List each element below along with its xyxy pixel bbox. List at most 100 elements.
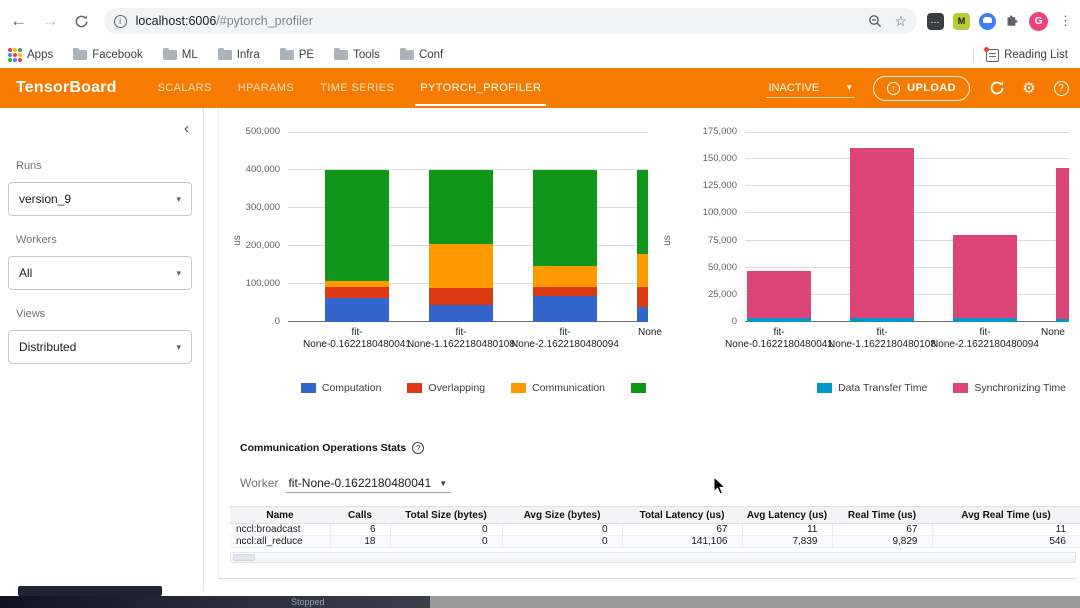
bar-segment[interactable]: [637, 170, 648, 254]
x-axis-label: None: [983, 327, 1080, 339]
select-workers[interactable]: All▾: [8, 256, 192, 290]
bar-segment[interactable]: [429, 170, 493, 244]
apps-grid-icon: [8, 48, 22, 62]
bookmark-facebook[interactable]: Facebook: [73, 49, 143, 61]
bar-segment[interactable]: [325, 287, 389, 299]
bookmark-conf[interactable]: Conf: [400, 49, 443, 61]
refresh-icon: [989, 80, 1005, 96]
bar-segment[interactable]: [429, 288, 493, 305]
bookmark-apps[interactable]: Apps: [8, 48, 53, 62]
extensions-puzzle-icon[interactable]: [1005, 14, 1020, 29]
y-tick-label: 500,000: [230, 126, 280, 137]
bookmark-star-icon[interactable]: ☆: [894, 13, 907, 30]
sidebar-collapse-icon[interactable]: ‹: [184, 120, 189, 137]
bar-segment[interactable]: [429, 305, 493, 322]
help-tooltip-icon[interactable]: ?: [412, 442, 424, 454]
url-text[interactable]: localhost:6006/#pytorch_profiler: [136, 14, 869, 28]
reading-list-button[interactable]: Reading List: [986, 49, 1068, 62]
column-header-name[interactable]: Name: [230, 507, 330, 524]
folder-icon: [400, 50, 414, 60]
site-info-icon[interactable]: i: [114, 15, 127, 28]
bar-segment[interactable]: [637, 307, 648, 322]
status-label: INACTIVE: [768, 82, 819, 94]
bar-segment[interactable]: [637, 287, 648, 307]
reading-list-badge: [984, 47, 989, 52]
extension-icon-m[interactable]: M: [953, 13, 970, 30]
chevron-down-icon: ▾: [176, 342, 181, 353]
scrollbar-thumb[interactable]: [233, 554, 255, 561]
bookmark-infra[interactable]: Infra: [218, 49, 260, 61]
upload-icon: ↑: [887, 82, 900, 95]
folder-icon: [218, 50, 232, 60]
settings-button[interactable]: ⚙: [1016, 75, 1042, 101]
bar-segment[interactable]: [325, 170, 389, 281]
table-row[interactable]: nccl:all_reduce1800141,1067,8399,829546: [230, 536, 1080, 548]
extension-icon-dots[interactable]: ...: [927, 13, 944, 30]
bar-segment[interactable]: [533, 266, 597, 287]
extensions-row: ... M G ⋮: [927, 12, 1080, 31]
comm-stats-title: Communication Operations Stats ?: [240, 442, 424, 454]
help-button[interactable]: ?: [1048, 75, 1074, 101]
legend-swatch: [511, 383, 526, 393]
bar-segment[interactable]: [637, 254, 648, 287]
legend-item: Overlapping: [407, 382, 485, 394]
tab-hparams[interactable]: HPARAMS: [225, 68, 307, 108]
bar-segment[interactable]: [533, 296, 597, 322]
bar-segment[interactable]: [533, 287, 597, 296]
address-bar[interactable]: i localhost:6006/#pytorch_profiler ☆: [104, 8, 917, 34]
upload-button[interactable]: ↑ UPLOAD: [873, 76, 970, 101]
column-header-avg-latency-us-[interactable]: Avg Latency (us): [742, 507, 832, 524]
bookmark-ml[interactable]: ML: [163, 49, 198, 61]
bar-segment[interactable]: [953, 318, 1017, 322]
column-header-total-latency-us-[interactable]: Total Latency (us): [622, 507, 742, 524]
bar-segment[interactable]: [850, 318, 914, 322]
bar-segment[interactable]: [325, 281, 389, 287]
column-header-total-size-bytes-[interactable]: Total Size (bytes): [390, 507, 502, 524]
y-tick-label: 200,000: [230, 240, 280, 251]
column-header-avg-size-bytes-[interactable]: Avg Size (bytes): [502, 507, 622, 524]
folder-icon: [280, 50, 294, 60]
bar-segment[interactable]: [850, 148, 914, 318]
tab-pytorch-profiler[interactable]: PYTORCH_PROFILER: [407, 68, 554, 108]
tab-label: HPARAMS: [238, 82, 294, 94]
bar-segment[interactable]: [325, 298, 389, 322]
select-value: version_9: [19, 192, 176, 206]
bar-segment[interactable]: [1056, 319, 1069, 322]
forward-icon[interactable]: →: [37, 8, 62, 34]
bookmark-tools[interactable]: Tools: [334, 49, 380, 61]
legend-label: Communication: [532, 382, 605, 394]
bar-segment[interactable]: [533, 170, 597, 266]
browser-menu-icon[interactable]: ⋮: [1059, 13, 1072, 29]
worker-select[interactable]: fit-None-0.1622180480041 ▼: [286, 476, 451, 493]
bookmark-pe[interactable]: PE: [280, 49, 314, 61]
bar-segment[interactable]: [747, 271, 811, 318]
profile-avatar[interactable]: G: [1029, 12, 1048, 31]
y-tick-label: 75,000: [660, 235, 737, 246]
back-icon[interactable]: ←: [6, 8, 31, 34]
y-tick-label: 300,000: [230, 202, 280, 213]
tab-time-series[interactable]: TIME SERIES: [307, 68, 407, 108]
legend-label: Overlapping: [428, 382, 485, 394]
table-row[interactable]: nccl:broadcast60067116711: [230, 524, 1080, 536]
tensorboard-logo[interactable]: TensorBoard: [16, 79, 117, 97]
legend-label: Synchronizing Time: [974, 382, 1066, 394]
bar-segment[interactable]: [747, 318, 811, 322]
tab-scalars[interactable]: SCALARS: [145, 68, 225, 108]
reload-icon[interactable]: [68, 8, 93, 34]
select-runs[interactable]: version_9▾: [8, 182, 192, 216]
bookmark-label: PE: [299, 49, 314, 61]
extension-icon-blue[interactable]: [979, 13, 996, 30]
select-views[interactable]: Distributed▾: [8, 330, 192, 364]
legend-swatch: [817, 383, 832, 393]
column-header-calls[interactable]: Calls: [330, 507, 390, 524]
bar-segment[interactable]: [1056, 168, 1069, 319]
bar-segment[interactable]: [953, 235, 1017, 318]
reading-list-label: Reading List: [1004, 49, 1068, 61]
table-horizontal-scrollbar[interactable]: [230, 552, 1076, 563]
refresh-button[interactable]: [984, 75, 1010, 101]
column-header-avg-real-time-us-[interactable]: Avg Real Time (us): [932, 507, 1080, 524]
bar-segment[interactable]: [429, 244, 493, 288]
zoom-icon[interactable]: [868, 14, 882, 28]
column-header-real-time-us-[interactable]: Real Time (us): [832, 507, 932, 524]
status-dropdown[interactable]: INACTIVE ▼: [766, 79, 855, 98]
